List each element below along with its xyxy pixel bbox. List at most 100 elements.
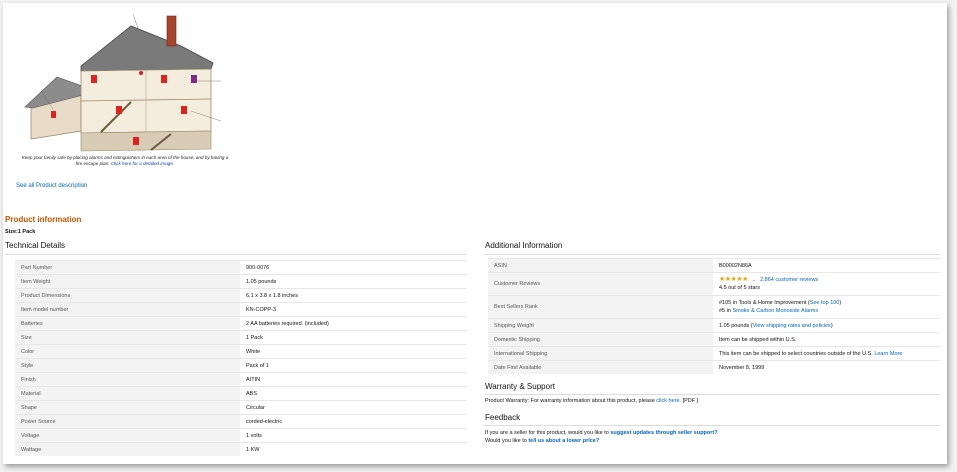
spec-label: Material	[15, 386, 240, 401]
spec-value: Pack of 1	[240, 358, 467, 373]
additional-divider	[484, 254, 940, 255]
customer-reviews-link[interactable]: 2,864 customer reviews	[760, 277, 818, 283]
spec-value: AITIN	[240, 372, 467, 387]
warranty-divider	[484, 394, 940, 395]
size-value: 1 Pack	[17, 229, 36, 235]
technical-divider	[5, 254, 467, 255]
spec-label: Part Number	[15, 260, 240, 275]
asin-label: ASIN	[488, 258, 713, 273]
spec-label: Size	[15, 330, 240, 345]
feedback-line2-text: Would you like to	[485, 438, 529, 444]
spec-value: 1 Pack	[240, 330, 467, 345]
additional-information-heading: Additional Information	[485, 241, 563, 250]
best-sellers-rank-value: #105 in Tools & Home Improvement (See to…	[713, 295, 940, 319]
spec-label: Style	[15, 358, 240, 373]
star-rating-icon[interactable]: ★★★★★	[719, 276, 748, 283]
spec-label: Finish	[15, 372, 240, 387]
suggest-updates-link[interactable]: suggest updates through seller support?	[610, 430, 717, 436]
spec-value: 2 AA batteries required. (included)	[240, 316, 467, 331]
technical-details-heading: Technical Details	[5, 241, 66, 250]
table-row: Item Weight 1.05 pounds	[15, 274, 467, 289]
spec-value: KN-COPP-3	[240, 302, 467, 317]
international-shipping-value: This item can be shipped to select count…	[713, 346, 940, 361]
table-row: Voltage 1 volts	[15, 428, 467, 443]
table-row-asin: ASIN B00002N86A	[488, 258, 940, 273]
table-row: Wattage 1 KW	[15, 442, 467, 456]
spec-label: Wattage	[15, 442, 240, 456]
shipping-weight-end: )	[830, 322, 833, 329]
feedback-heading: Feedback	[485, 413, 521, 422]
technical-details-table: Part Number 900-0076 Item Weight 1.05 pound…	[15, 260, 467, 456]
spec-value: corded-electric	[240, 414, 467, 429]
spec-value: White	[240, 344, 467, 359]
date-first-available-value: November 8, 1999	[713, 360, 940, 374]
warranty-click-here-link[interactable]: click here.	[656, 398, 681, 404]
spec-label: Color	[15, 344, 240, 359]
spec-value: 1 KW	[240, 442, 467, 456]
table-row-domestic-shipping: Domestic Shipping Item can be shipped wi…	[488, 332, 940, 347]
spec-value: 1 volts	[240, 428, 467, 443]
spec-value: 6.1 x 3.8 x 1.8 inches	[240, 288, 467, 303]
table-row: Size 1 Pack	[15, 330, 467, 345]
warranty-pdf-suffix: [PDF ]	[681, 398, 699, 404]
table-row: Item model number KN-COPP-3	[15, 302, 467, 317]
table-row: Product Dimensions 6.1 x 3.8 x 1.8 inches	[15, 288, 467, 303]
table-row: Finish AITIN	[15, 372, 467, 387]
spec-label: Batteries	[15, 316, 240, 331]
warranty-support-heading: Warranty & Support	[485, 382, 555, 391]
house-illustration	[24, 13, 222, 152]
shipping-weight-text: 1.05 pounds (	[719, 322, 753, 329]
warranty-text-body: Product Warranty: For warranty informati…	[485, 398, 657, 404]
table-row: Batteries 2 AA batteries required. (inclu…	[15, 316, 467, 331]
additional-information-table: ASIN B00002N86A Customer Reviews ★★★★★ ⌄ 2…	[488, 258, 940, 374]
table-row-date-first-available: Date First Available November 8, 1999	[488, 360, 940, 374]
table-row: Style Pack of 1	[15, 358, 467, 373]
spec-label: Shape	[15, 400, 240, 415]
spec-value: ABS	[240, 386, 467, 401]
size-label: Size:	[5, 229, 18, 235]
spec-label: Power Source	[15, 414, 240, 429]
table-row-customer-reviews: Customer Reviews ★★★★★ ⌄ 2,864 customer re…	[488, 272, 940, 296]
spec-label: Item Weight	[15, 274, 240, 289]
best-sellers-rank-label: Best Sellers Rank	[488, 295, 713, 319]
house-caption: Keep your family safe by placing alarms …	[21, 155, 229, 167]
table-row: Shape Circular	[15, 400, 467, 415]
feedback-line1-text: If you are a seller for this product, wo…	[485, 430, 611, 436]
spec-value: 1.05 pounds	[240, 274, 467, 289]
shipping-rates-link[interactable]: View shipping rates and policies	[753, 323, 831, 329]
shipping-weight-value: 1.05 pounds (View shipping rates and pol…	[713, 318, 940, 333]
learn-more-link[interactable]: Learn More	[874, 351, 902, 357]
smoke-alarms-category-link[interactable]: Smoke & Carbon Monoxide Alarms	[732, 308, 818, 314]
spec-label: Voltage	[15, 428, 240, 443]
shipping-weight-label: Shipping Weight	[488, 318, 713, 333]
table-row: Material ABS	[15, 386, 467, 401]
feedback-divider	[484, 425, 940, 426]
warranty-text: Product Warranty: For warranty informati…	[485, 397, 698, 405]
table-row-shipping-weight: Shipping Weight 1.05 pounds (View shippi…	[488, 318, 940, 333]
spec-value: 900-0076	[240, 260, 467, 275]
customer-reviews-value: ★★★★★ ⌄ 2,864 customer reviews 4.5 out of …	[713, 272, 940, 296]
rank-line1-end: )	[839, 300, 842, 306]
date-first-available-label: Date First Available	[488, 360, 713, 374]
rating-text: 4.5 out of 5 stars	[719, 285, 760, 291]
domestic-shipping-value: Item can be shipped within U.S.	[713, 332, 940, 347]
table-row-international-shipping: International Shipping This item can be …	[488, 346, 940, 361]
spec-label: Product Dimensions	[15, 288, 240, 303]
table-row-best-sellers-rank: Best Sellers Rank #105 in Tools & Home I…	[488, 295, 940, 319]
product-information-heading: Product information	[5, 215, 82, 224]
international-shipping-label: International Shipping	[488, 346, 713, 361]
chevron-down-icon[interactable]: ⌄	[752, 277, 756, 283]
detailed-image-link[interactable]: Click here for a detailed image.	[111, 161, 174, 166]
spec-value: Circular	[240, 400, 467, 415]
international-shipping-text: This item can be shipped to select count…	[719, 350, 875, 357]
spec-label: Item model number	[15, 302, 240, 317]
table-row: Part Number 900-0076	[15, 260, 467, 275]
page-sheet: Keep your family safe by placing alarms …	[3, 3, 947, 464]
rank-line2-text: #5 in	[719, 308, 733, 314]
table-row: Color White	[15, 344, 467, 359]
see-all-product-description-link[interactable]: See all Product description	[16, 183, 87, 189]
size-line: Size:1 Pack	[5, 229, 35, 235]
domestic-shipping-label: Domestic Shipping	[488, 332, 713, 347]
see-top-100-link[interactable]: See top 100	[810, 300, 840, 306]
lower-price-link[interactable]: tell us about a lower price?	[528, 438, 599, 444]
